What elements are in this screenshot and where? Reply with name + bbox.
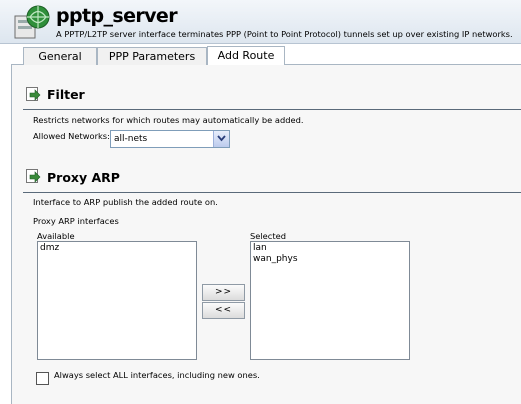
section-arrow-icon bbox=[26, 87, 41, 101]
allowed-networks-value: all-nets bbox=[114, 134, 148, 144]
always-select-all-checkbox[interactable] bbox=[36, 372, 49, 385]
add-interface-button[interactable]: >> bbox=[202, 284, 245, 301]
dropdown-button[interactable] bbox=[213, 131, 229, 147]
section-arrow-icon bbox=[26, 169, 41, 183]
always-select-all-label: Always select ALL interfaces, including … bbox=[54, 370, 260, 380]
proxy-arp-section-divider bbox=[23, 192, 521, 193]
list-item[interactable]: wan_phys bbox=[253, 254, 407, 265]
tab-add-route[interactable]: Add Route bbox=[207, 46, 285, 65]
available-interfaces-list[interactable]: dmz bbox=[37, 241, 197, 360]
filter-section-title: Filter bbox=[47, 87, 85, 102]
allowed-networks-select[interactable]: all-nets bbox=[110, 130, 230, 148]
remove-interface-button[interactable]: << bbox=[202, 302, 245, 319]
allowed-networks-label: Allowed Networks: bbox=[33, 131, 110, 141]
selected-interfaces-list[interactable]: lan wan_phys bbox=[250, 241, 410, 360]
proxy-arp-interfaces-label: Proxy ARP interfaces bbox=[33, 216, 119, 226]
filter-section-divider bbox=[23, 109, 521, 110]
tab-ppp-parameters[interactable]: PPP Parameters bbox=[97, 47, 207, 65]
filter-description: Restricts networks for which routes may … bbox=[33, 115, 304, 125]
proxy-arp-description: Interface to ARP publish the added route… bbox=[33, 197, 218, 207]
page-subtitle: A PPTP/L2TP server interface terminates … bbox=[56, 29, 513, 39]
page-title: pptp_server bbox=[56, 5, 178, 27]
interface-icon bbox=[14, 5, 50, 39]
selected-label: Selected bbox=[250, 231, 286, 241]
page-header: pptp_server A PPTP/L2TP server interface… bbox=[0, 0, 521, 44]
chevron-down-icon bbox=[217, 135, 226, 142]
list-item[interactable]: dmz bbox=[40, 243, 194, 254]
available-label: Available bbox=[37, 231, 75, 241]
list-item[interactable]: lan bbox=[253, 243, 407, 254]
proxy-arp-section-title: Proxy ARP bbox=[47, 170, 120, 185]
tab-general[interactable]: General bbox=[23, 47, 97, 65]
